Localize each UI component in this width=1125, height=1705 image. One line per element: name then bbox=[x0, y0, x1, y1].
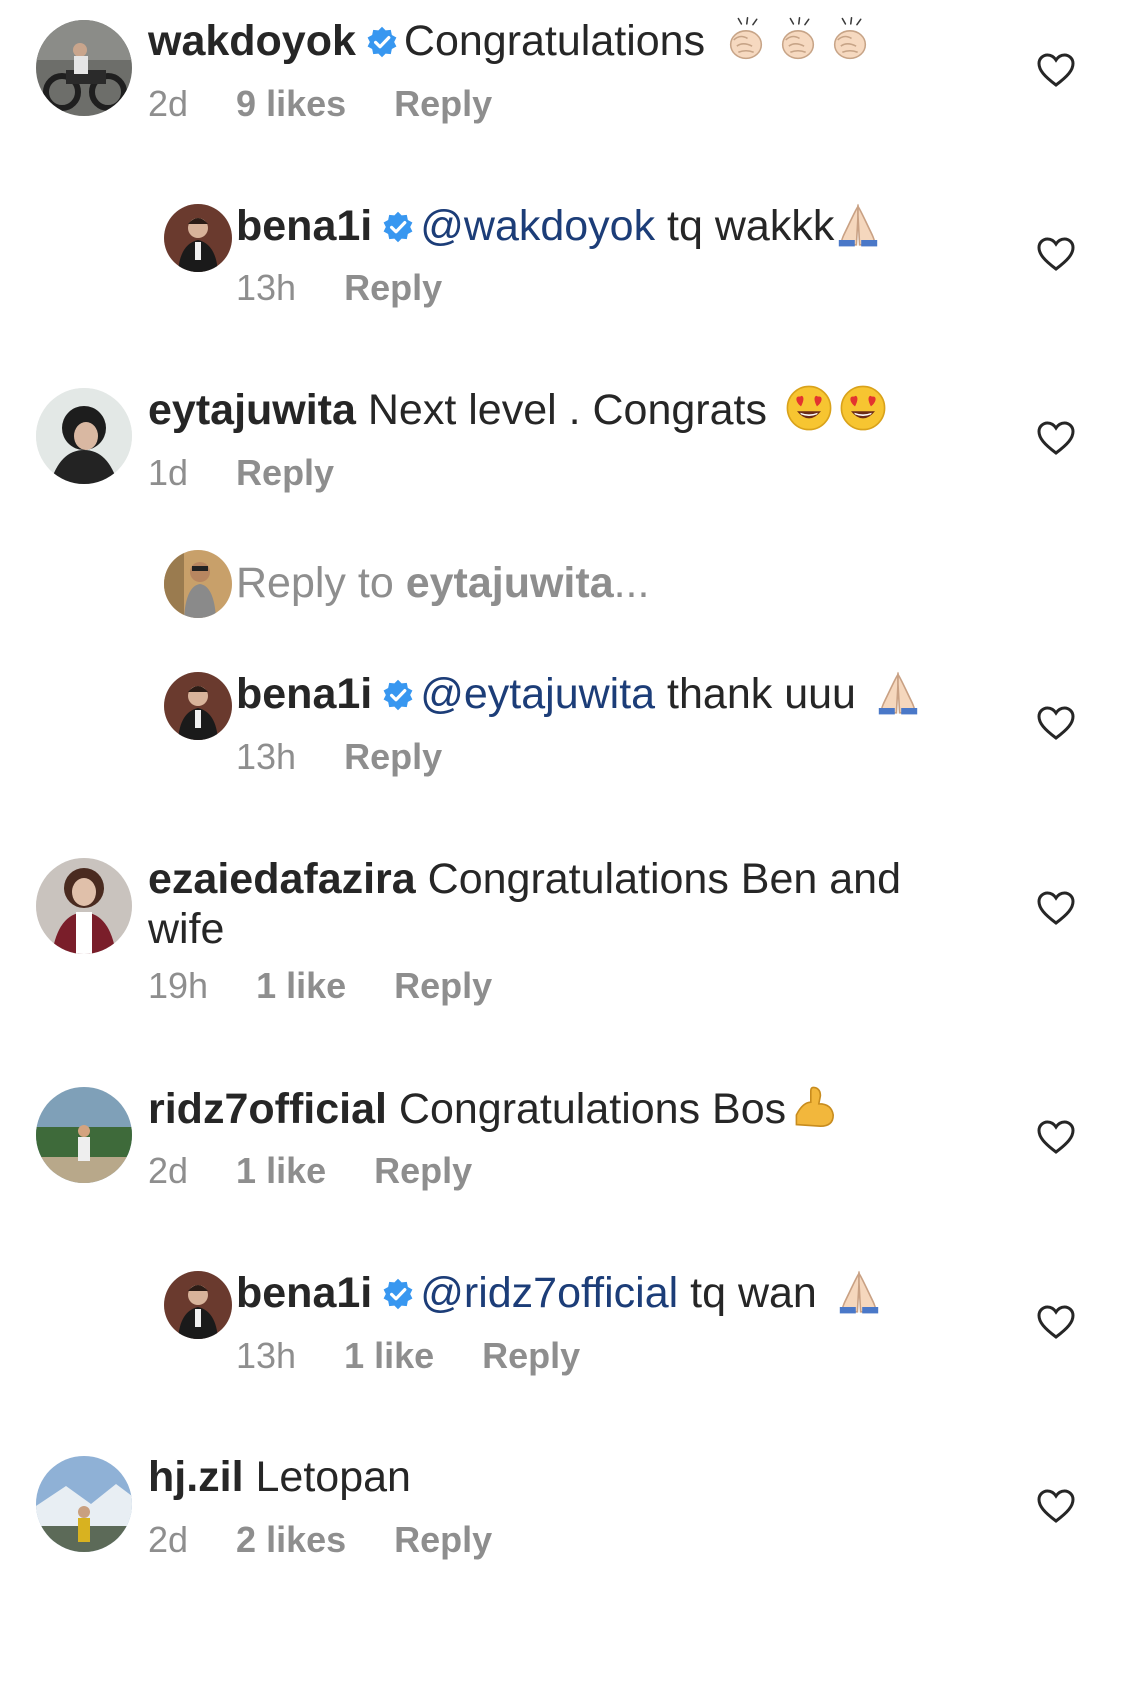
avatar[interactable] bbox=[36, 1456, 132, 1552]
reply-button[interactable]: Reply bbox=[394, 965, 492, 1006]
username[interactable]: ezaiedafazira bbox=[148, 855, 416, 903]
comment-text: bena1i @wakdoyok tq wakkk bbox=[236, 200, 956, 251]
comment-text: bena1i @eytajuwita thank uuu bbox=[236, 668, 956, 719]
clap-emoji bbox=[827, 17, 873, 63]
reply-prompt[interactable]: Reply to eytajuwita... bbox=[236, 558, 649, 608]
comment-meta: 1d Reply bbox=[148, 453, 382, 493]
avatar[interactable] bbox=[36, 388, 132, 484]
reply-button[interactable]: Reply bbox=[394, 83, 492, 124]
username[interactable]: ridz7official bbox=[148, 1085, 387, 1133]
username[interactable]: eytajuwita bbox=[148, 386, 356, 434]
heart-eyes-emoji bbox=[839, 384, 887, 432]
comment-meta: 2d 9 likes Reply bbox=[148, 84, 540, 124]
timestamp: 13h bbox=[236, 736, 297, 777]
comment-meta: 13h Reply bbox=[236, 268, 490, 308]
reply-button[interactable]: Reply bbox=[394, 1519, 492, 1560]
heart-outline-icon[interactable] bbox=[1036, 236, 1076, 272]
likes-count[interactable]: 1 like bbox=[236, 1150, 326, 1191]
likes-count[interactable]: 1 like bbox=[256, 965, 346, 1006]
heart-eyes-emoji bbox=[785, 384, 833, 432]
likes-count[interactable]: 2 likes bbox=[236, 1519, 346, 1560]
heart-outline-icon[interactable] bbox=[1036, 705, 1076, 741]
timestamp: 2d bbox=[148, 1519, 189, 1560]
avatar[interactable] bbox=[36, 858, 132, 954]
comment-meta: 2d 1 like Reply bbox=[148, 1151, 520, 1191]
pray-emoji bbox=[835, 1267, 883, 1315]
heart-outline-icon[interactable] bbox=[1036, 1488, 1076, 1524]
clap-emoji bbox=[723, 17, 769, 63]
reply-button[interactable]: Reply bbox=[344, 736, 442, 777]
likes-count[interactable]: 9 likes bbox=[236, 83, 346, 124]
comment-meta: 19h 1 like Reply bbox=[148, 966, 540, 1006]
comment-text: bena1i @ridz7official tq wan bbox=[236, 1267, 956, 1318]
reply-button[interactable]: Reply bbox=[482, 1335, 580, 1376]
reply-button[interactable]: Reply bbox=[374, 1150, 472, 1191]
reply-target-username: eytajuwita bbox=[405, 559, 614, 607]
timestamp: 19h bbox=[148, 965, 209, 1006]
username[interactable]: bena1i bbox=[236, 1269, 372, 1317]
avatar[interactable] bbox=[36, 20, 132, 116]
comment-meta: 13h Reply bbox=[236, 737, 490, 777]
verified-badge-icon bbox=[382, 679, 414, 711]
comment-text: ezaiedafazira Congratulations Ben and wi… bbox=[148, 855, 901, 953]
heart-outline-icon[interactable] bbox=[1036, 52, 1076, 88]
heart-outline-icon[interactable] bbox=[1036, 1119, 1076, 1155]
timestamp: 13h bbox=[236, 1335, 297, 1376]
avatar[interactable] bbox=[164, 204, 232, 272]
comment-meta: 2d 2 likes Reply bbox=[148, 1520, 540, 1560]
verified-badge-icon bbox=[366, 26, 398, 58]
timestamp: 2d bbox=[148, 1150, 189, 1191]
likes-count[interactable]: 1 like bbox=[344, 1335, 434, 1376]
username[interactable]: hj.zil bbox=[148, 1453, 244, 1501]
heart-outline-icon[interactable] bbox=[1036, 1304, 1076, 1340]
mention-link[interactable]: @wakdoyok bbox=[420, 202, 655, 250]
reply-button[interactable]: Reply bbox=[344, 267, 442, 308]
timestamp: 13h bbox=[236, 267, 297, 308]
comment-text: wakdoyok Congratulations bbox=[148, 16, 968, 66]
reply-button[interactable]: Reply bbox=[236, 452, 334, 493]
pray-emoji bbox=[874, 668, 922, 716]
mention-link[interactable]: @eytajuwita bbox=[420, 670, 655, 718]
comment-text: eytajuwita Next level . Congrats bbox=[148, 384, 968, 435]
timestamp: 1d bbox=[148, 452, 189, 493]
comment-text: ridz7official Congratulations Bos bbox=[148, 1083, 968, 1134]
comment-text: hj.zil Letopan bbox=[148, 1453, 411, 1501]
current-user-avatar bbox=[164, 550, 232, 618]
verified-badge-icon bbox=[382, 1278, 414, 1310]
username[interactable]: wakdoyok bbox=[148, 17, 356, 65]
comment-meta: 13h 1 like Reply bbox=[236, 1336, 628, 1376]
avatar[interactable] bbox=[164, 1271, 232, 1339]
clap-emoji bbox=[775, 17, 821, 63]
heart-outline-icon[interactable] bbox=[1036, 890, 1076, 926]
verified-badge-icon bbox=[382, 211, 414, 243]
heart-outline-icon[interactable] bbox=[1036, 420, 1076, 456]
timestamp: 2d bbox=[148, 83, 189, 124]
pray-emoji bbox=[834, 200, 882, 248]
username[interactable]: bena1i bbox=[236, 202, 372, 250]
avatar[interactable] bbox=[36, 1087, 132, 1183]
avatar[interactable] bbox=[164, 672, 232, 740]
username[interactable]: bena1i bbox=[236, 670, 372, 718]
mention-link[interactable]: @ridz7official bbox=[420, 1269, 678, 1317]
flexed-biceps-emoji bbox=[790, 1083, 838, 1131]
